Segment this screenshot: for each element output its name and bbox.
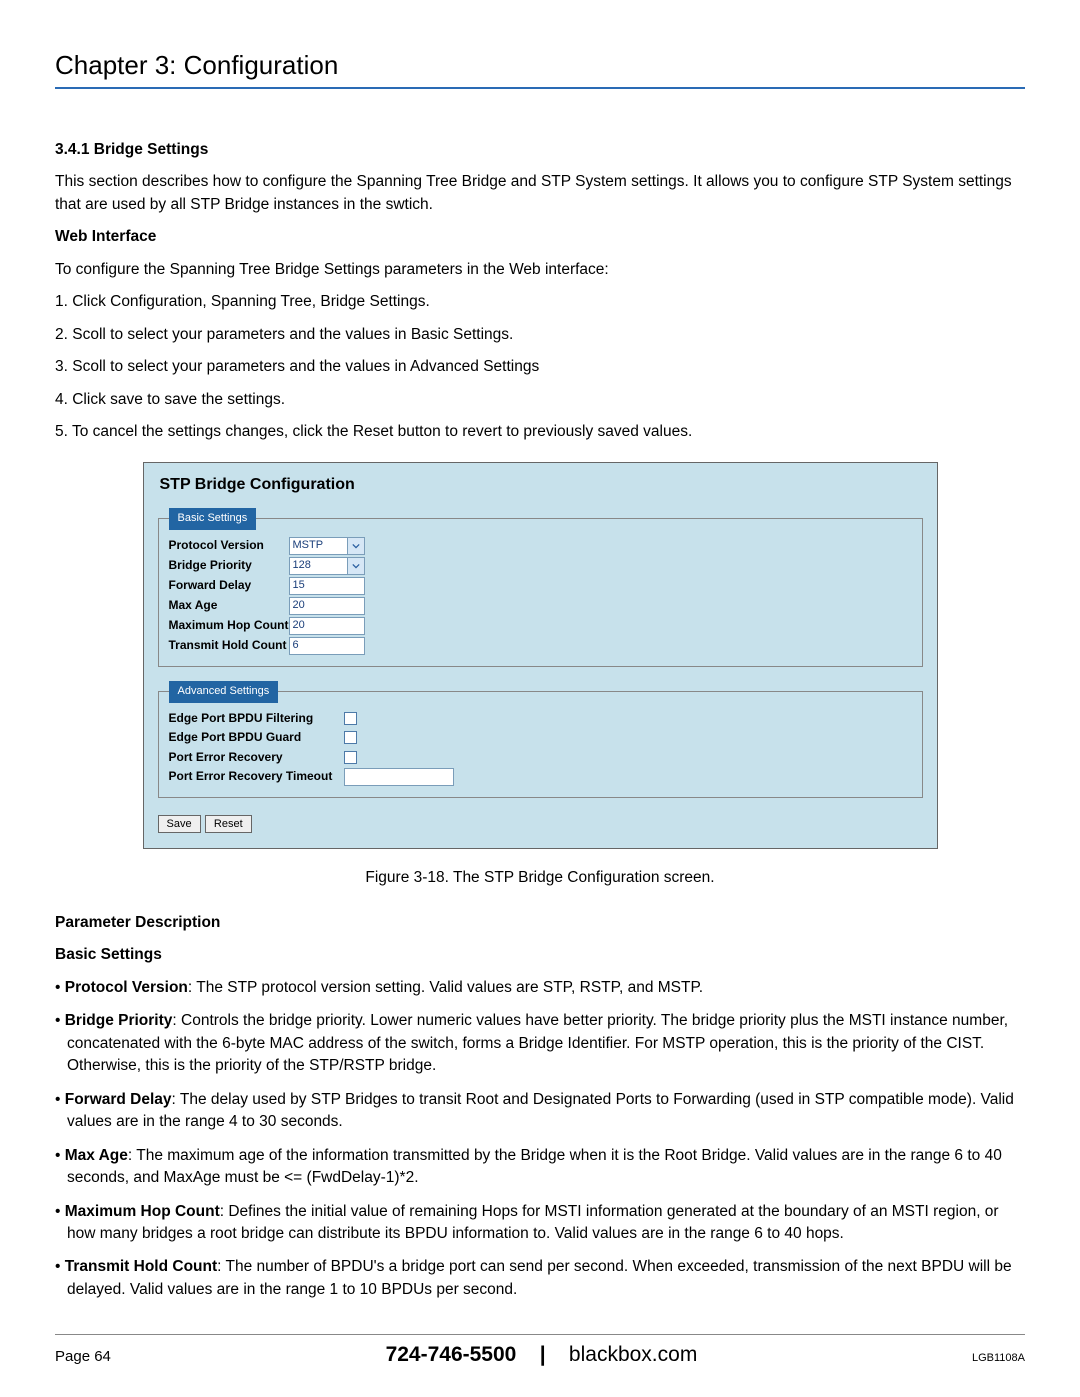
- screenshot-title: STP Bridge Configuration: [160, 473, 923, 496]
- advanced-settings-fieldset: Advanced Settings Edge Port BPDU Filteri…: [158, 681, 923, 798]
- max-hop-input[interactable]: 20: [289, 617, 365, 635]
- step-1: 1. Click Configuration, Spanning Tree, B…: [55, 291, 1025, 313]
- page-number: Page 64: [55, 1348, 111, 1365]
- forward-delay-input[interactable]: 15: [289, 577, 365, 595]
- screenshot-panel: STP Bridge Configuration Basic Settings …: [143, 462, 938, 850]
- tx-hold-label: Transmit Hold Count: [169, 637, 289, 654]
- bullet-max-age: Max Age: The maximum age of the informat…: [55, 1145, 1025, 1190]
- bullet-tx-hold: Transmit Hold Count: The number of BPDU'…: [55, 1256, 1025, 1301]
- bridge-priority-select[interactable]: 128: [289, 557, 365, 575]
- title-rule: [55, 87, 1025, 89]
- forward-delay-label: Forward Delay: [169, 577, 289, 594]
- chapter-title: Chapter 3: Configuration: [55, 50, 1025, 81]
- max-hop-label: Maximum Hop Count: [169, 617, 289, 634]
- port-err-checkbox[interactable]: [344, 751, 357, 764]
- footer-sep: |: [540, 1343, 546, 1366]
- section-number: 3.4.1 Bridge Settings: [55, 139, 1025, 161]
- bullet-protocol-version: Protocol Version: The STP protocol versi…: [55, 977, 1025, 999]
- bullet-list: Protocol Version: The STP protocol versi…: [55, 977, 1025, 1302]
- protocol-version-value: MSTP: [293, 538, 324, 554]
- protocol-version-select[interactable]: MSTP: [289, 537, 365, 555]
- step-3: 3. Scoll to select your parameters and t…: [55, 356, 1025, 378]
- chevron-down-icon: [347, 538, 364, 554]
- bullet-forward-delay: Forward Delay: The delay used by STP Bri…: [55, 1089, 1025, 1134]
- step-4: 4. Click save to save the settings.: [55, 389, 1025, 411]
- basic-settings-fieldset: Basic Settings Protocol Version MSTP Bri…: [158, 508, 923, 667]
- step-2: 2. Scoll to select your parameters and t…: [55, 324, 1025, 346]
- edge-guard-checkbox[interactable]: [344, 731, 357, 744]
- edge-filter-checkbox[interactable]: [344, 712, 357, 725]
- tx-hold-input[interactable]: 6: [289, 637, 365, 655]
- port-err-timeout-input[interactable]: [344, 768, 454, 786]
- basic-settings-legend: Basic Settings: [169, 508, 257, 530]
- web-interface-intro: To configure the Spanning Tree Bridge Se…: [55, 259, 1025, 281]
- param-desc-head: Parameter Description: [55, 912, 1025, 934]
- footer-model: LGB1108A: [972, 1352, 1025, 1364]
- protocol-version-label: Protocol Version: [169, 537, 289, 554]
- footer-phone: 724-746-5500: [386, 1343, 517, 1366]
- bullet-max-hop: Maximum Hop Count: Defines the initial v…: [55, 1201, 1025, 1246]
- advanced-settings-legend: Advanced Settings: [169, 681, 279, 703]
- web-interface-head: Web Interface: [55, 226, 1025, 248]
- max-age-input[interactable]: 20: [289, 597, 365, 615]
- reset-button[interactable]: Reset: [205, 815, 252, 833]
- max-age-label: Max Age: [169, 597, 289, 614]
- page-footer: Page 64 724-746-5500 | blackbox.com LGB1…: [55, 1334, 1025, 1367]
- chevron-down-icon: [347, 558, 364, 574]
- figure-caption: Figure 3-18. The STP Bridge Configuratio…: [55, 867, 1025, 889]
- footer-site: blackbox.com: [569, 1343, 697, 1366]
- step-5: 5. To cancel the settings changes, click…: [55, 421, 1025, 443]
- intro-paragraph: This section describes how to configure …: [55, 171, 1025, 216]
- port-err-timeout-label: Port Error Recovery Timeout: [169, 768, 344, 785]
- port-err-label: Port Error Recovery: [169, 749, 344, 766]
- edge-filter-label: Edge Port BPDU Filtering: [169, 710, 344, 727]
- bullet-bridge-priority: Bridge Priority: Controls the bridge pri…: [55, 1010, 1025, 1077]
- basic-settings-head: Basic Settings: [55, 944, 1025, 966]
- edge-guard-label: Edge Port BPDU Guard: [169, 729, 344, 746]
- bridge-priority-label: Bridge Priority: [169, 557, 289, 574]
- save-button[interactable]: Save: [158, 815, 201, 833]
- bridge-priority-value: 128: [293, 558, 311, 574]
